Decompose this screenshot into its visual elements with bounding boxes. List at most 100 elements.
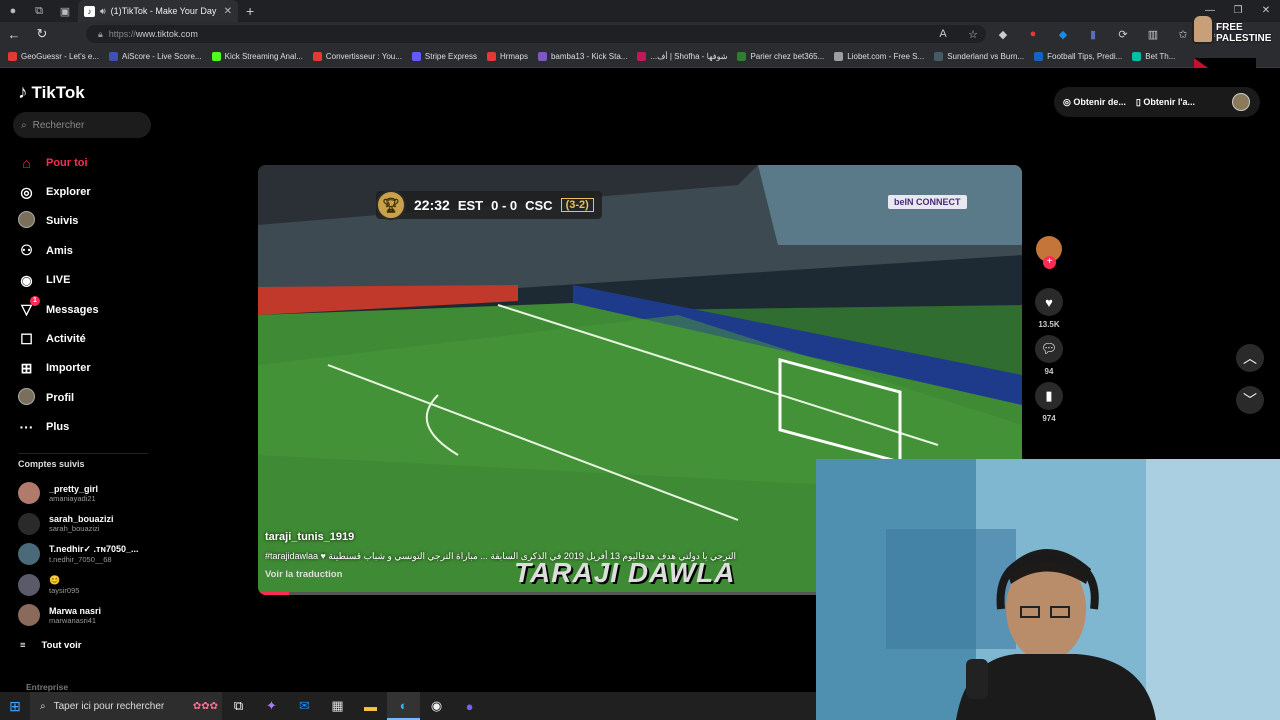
more-icon: ··· bbox=[19, 419, 34, 436]
close-tab-icon[interactable]: ✕ bbox=[224, 6, 232, 17]
task-view-icon[interactable]: ⧉ bbox=[222, 692, 255, 720]
refresh-ext-icon[interactable]: ⟳ bbox=[1108, 28, 1138, 41]
search-input[interactable]: ⌕ Rechercher bbox=[13, 112, 151, 138]
comment-icon: 💬︎ bbox=[1040, 341, 1058, 356]
followed-account[interactable]: T.nedhir✓ .тɴ7050_... t.nedhir_7050__68 bbox=[18, 539, 158, 570]
extension-phone-icon[interactable]: ▮ bbox=[1078, 28, 1108, 41]
see-all-button[interactable]: ≡ Tout voir bbox=[20, 640, 81, 651]
previous-video-button[interactable]: ︿ bbox=[1236, 344, 1264, 372]
speaker-icon[interactable]: 🔊︎ bbox=[100, 6, 106, 17]
sidebar-item-explorer[interactable]: ◎ Explorer bbox=[18, 177, 148, 206]
get-coins-button[interactable]: ◎ Obtenir de... bbox=[1063, 97, 1126, 108]
get-app-label: Obtenir l'a... bbox=[1143, 96, 1195, 107]
user-avatar[interactable] bbox=[1232, 93, 1250, 111]
reload-button[interactable]: ↻ bbox=[28, 26, 56, 42]
sidebar-item-suivis[interactable]: Suivis bbox=[18, 207, 148, 236]
search-icon: ⌕ bbox=[40, 700, 46, 712]
sidebar-item-profil[interactable]: Profil bbox=[18, 383, 148, 412]
back-button[interactable]: ← bbox=[0, 27, 28, 42]
workspaces-icon[interactable]: ⧉ bbox=[26, 0, 52, 22]
follow-plus-icon[interactable]: + bbox=[1043, 256, 1056, 269]
bookmark-item[interactable]: GeoGuessr - Let's e... bbox=[8, 52, 99, 61]
sidebar-item-live[interactable]: ◉ LIVE bbox=[18, 266, 148, 295]
get-app-button[interactable]: ▯ Obtenir l'a... bbox=[1136, 97, 1195, 108]
followed-account[interactable]: _pretty_girl amaniayadi21 bbox=[18, 478, 158, 509]
like-button[interactable]: ♥ bbox=[1035, 288, 1063, 316]
video-author[interactable]: taraji_tunis_1919 bbox=[265, 531, 865, 543]
url-bar[interactable]: 🔒︎ https://www.tiktok.com bbox=[86, 25, 986, 43]
sidebar-item-messages[interactable]: ▽ 1 Messages bbox=[18, 295, 148, 324]
browser-tab[interactable]: ♪ 🔊︎ (1)TikTok - Make Your Day ✕ bbox=[78, 0, 238, 22]
bookmark-item[interactable]: Bet Th... bbox=[1132, 52, 1175, 61]
store-icon[interactable]: ▦ bbox=[321, 692, 354, 720]
bookmark-favicon-icon bbox=[537, 52, 547, 61]
bookmark-label: Bet Th... bbox=[1145, 52, 1176, 61]
list-icon: ≡ bbox=[20, 640, 26, 651]
followed-list: _pretty_girl amaniayadi21 sarah_bouazizi sa… bbox=[18, 478, 158, 631]
followed-account[interactable]: Marwa nasri marwanasri41 bbox=[18, 600, 158, 631]
followed-account-handle: sarah_bouazizi bbox=[49, 524, 100, 534]
extension-icon[interactable]: ◆ bbox=[988, 28, 1018, 41]
extension-blue-icon[interactable]: ◆ bbox=[1048, 28, 1078, 41]
windows-start-icon[interactable]: ⊞ bbox=[0, 698, 30, 715]
new-tab-button[interactable]: + bbox=[246, 3, 254, 19]
save-button[interactable]: ▮ bbox=[1035, 382, 1063, 410]
discord-icon[interactable]: ● bbox=[453, 692, 486, 720]
copilot-icon[interactable]: ✦ bbox=[255, 692, 288, 720]
bookmark-item[interactable]: Sunderland vs Burn... bbox=[934, 52, 1024, 61]
bookmark-item[interactable]: ...أف | Shofha - شوفها bbox=[637, 52, 727, 61]
sidebar-item-label: Suivis bbox=[46, 215, 79, 228]
outlook-icon[interactable]: ✉ bbox=[288, 692, 321, 720]
lock-icon[interactable]: 🔒︎ bbox=[98, 29, 103, 40]
aggregate-score: (3-2) bbox=[560, 198, 594, 212]
sidebar-item-plus[interactable]: ··· Plus bbox=[18, 413, 148, 442]
profile-icon[interactable]: ● bbox=[0, 0, 26, 22]
tab-actions-icon[interactable]: ▣ bbox=[52, 0, 78, 22]
extension-red-icon[interactable]: ● bbox=[1018, 28, 1048, 40]
bookmark-item[interactable]: Parier chez bet365... bbox=[737, 52, 824, 61]
followed-account[interactable]: sarah_bouazizi sarah_bouazizi bbox=[18, 509, 158, 540]
sidebar-item-activit-[interactable]: ☐ Activité bbox=[18, 324, 148, 353]
creator-avatar[interactable]: + bbox=[1036, 236, 1062, 269]
comment-button[interactable]: 💬︎ bbox=[1035, 335, 1063, 363]
sidebar-item-label: LIVE bbox=[46, 274, 71, 287]
heart-icon: ♥ bbox=[1045, 294, 1053, 310]
file-explorer-icon[interactable]: ▬ bbox=[354, 692, 387, 720]
bookmark-item[interactable]: bamba13 - Kick Sta... bbox=[537, 52, 627, 61]
avatar bbox=[18, 512, 40, 535]
followed-account[interactable]: 😊 taysir095 bbox=[18, 570, 158, 601]
followed-account-text: 😊 taysir095 bbox=[49, 575, 79, 595]
bookmark-favicon-icon bbox=[211, 52, 221, 61]
bookmark-item[interactable]: Football Tips, Predi... bbox=[1034, 52, 1122, 61]
followed-account-text: T.nedhir✓ .тɴ7050_... t.nedhir_7050__68 bbox=[49, 544, 139, 564]
bookmark-item[interactable]: Convertisseur : You... bbox=[312, 52, 402, 61]
bookmark-item[interactable]: Hrmaps bbox=[486, 52, 528, 61]
followed-account-text: sarah_bouazizi sarah_bouazizi bbox=[49, 514, 114, 533]
browser-tabstrip: ● ⧉ ▣ ♪ 🔊︎ (1)TikTok - Make Your Day ✕ +… bbox=[0, 0, 1280, 22]
bookmark-label: Stripe Express bbox=[424, 52, 477, 61]
edge-icon[interactable]: ◐ bbox=[387, 692, 420, 720]
bookmark-item[interactable]: AiScore - Live Score... bbox=[109, 52, 202, 61]
bookmark-item[interactable]: Stripe Express bbox=[411, 52, 477, 61]
tiktok-note-icon: ♪ bbox=[18, 82, 28, 103]
obs-icon[interactable]: ◉ bbox=[420, 692, 453, 720]
read-aloud-icon[interactable]: A bbox=[928, 28, 958, 40]
video-actions: + ♥ 13.5K 💬︎ 94 ▮ 974 bbox=[1030, 236, 1068, 429]
translate-link[interactable]: Voir la traduction bbox=[265, 569, 865, 580]
followed-account-name: 😊 bbox=[49, 574, 61, 585]
split-screen-icon[interactable]: ▥ bbox=[1138, 28, 1168, 41]
bookmark-label: Liobet.com - Free S... bbox=[847, 52, 925, 61]
favorite-star-icon[interactable]: ☆ bbox=[958, 28, 988, 41]
taskbar-search[interactable]: ⌕ Taper ici pour rechercher ✿✿✿ bbox=[30, 692, 222, 720]
bookmark-item[interactable]: Liobet.com - Free S... bbox=[834, 52, 924, 61]
see-all-label: Tout voir bbox=[41, 640, 82, 651]
tiktok-logo[interactable]: ♪ TikTok bbox=[18, 82, 85, 104]
bookmark-item[interactable]: Kick Streaming Anal... bbox=[211, 52, 303, 61]
tiktok-favicon-icon: ♪ bbox=[84, 5, 95, 17]
next-video-button[interactable]: ﹀ bbox=[1236, 386, 1264, 414]
sidebar-item-importer[interactable]: ⊞ Importer bbox=[18, 354, 148, 383]
sidebar-item-pour-toi[interactable]: ⌂ Pour toi bbox=[18, 148, 148, 177]
messages-icon: ▽ 1 bbox=[18, 296, 40, 318]
sidebar-item-amis[interactable]: ⚇ Amis bbox=[18, 236, 148, 265]
like-count: 13.5K bbox=[1038, 320, 1060, 329]
